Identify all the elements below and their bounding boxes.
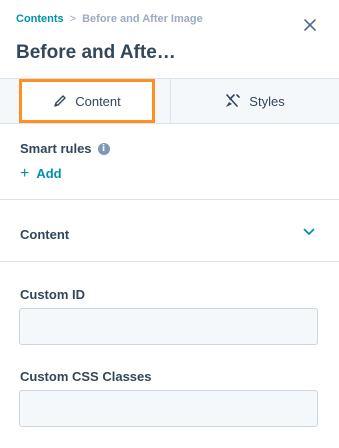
add-label: Add <box>36 166 62 181</box>
brush-icon <box>226 94 241 107</box>
chevron-down-icon <box>303 228 315 235</box>
tab-styles[interactable]: Styles <box>170 79 339 123</box>
custom-id-label: Custom ID <box>20 287 85 302</box>
breadcrumb-separator: > <box>69 13 77 25</box>
divider <box>0 261 339 262</box>
breadcrumb-contents-link[interactable]: Contents <box>16 13 64 25</box>
smart-rules-text: Smart rules <box>20 141 92 156</box>
section-title: Content <box>20 227 70 242</box>
content-section-toggle[interactable]: Content <box>0 200 339 261</box>
close-icon[interactable] <box>301 16 319 34</box>
tab-content-label: Content <box>75 93 121 109</box>
plus-icon: + <box>20 164 30 182</box>
tab-bar: Content Styles <box>0 79 339 124</box>
breadcrumb: Contents > Before and After Image <box>16 13 203 25</box>
panel-header: Contents > Before and After Image Before… <box>0 0 339 79</box>
custom-css-classes-input[interactable] <box>19 390 318 427</box>
add-smart-rule-button[interactable]: + Add <box>20 164 62 182</box>
info-icon[interactable]: i <box>97 142 110 155</box>
smart-rules-label: Smart rules i <box>20 141 110 156</box>
breadcrumb-current: Before and After Image <box>82 13 203 25</box>
tab-content[interactable]: Content <box>19 79 155 123</box>
custom-css-classes-label: Custom CSS Classes <box>20 369 152 384</box>
pencil-icon <box>54 95 66 107</box>
custom-id-input[interactable] <box>19 308 318 345</box>
panel-title: Before and Afte… <box>16 42 176 63</box>
tab-styles-label: Styles <box>249 93 285 109</box>
